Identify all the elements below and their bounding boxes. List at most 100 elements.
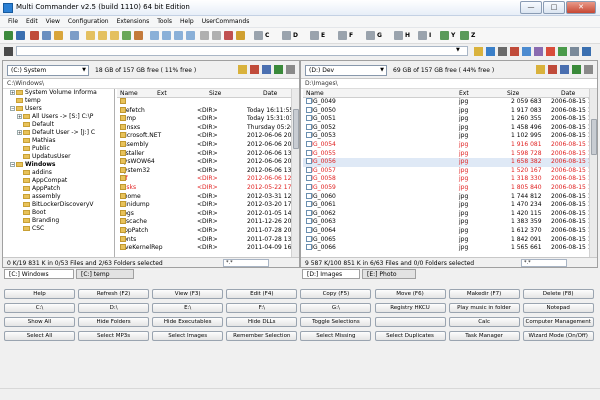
file-row[interactable]: IMG_0049jpg2 059 6832006-08-15 19:03:50 (303, 98, 597, 107)
folder-icon[interactable] (474, 47, 483, 56)
document-icon[interactable] (150, 31, 159, 40)
drive-z-label[interactable]: Z (471, 32, 475, 39)
collapse-icon[interactable]: − (10, 106, 15, 111)
paste-icon[interactable] (54, 31, 63, 40)
command-line-input[interactable] (16, 46, 468, 56)
tree-item[interactable]: assembly (3, 193, 114, 201)
right-filter-input[interactable]: *.* (521, 259, 567, 267)
collapse-icon[interactable]: − (10, 162, 15, 167)
col-ext-header[interactable]: Ext (459, 90, 469, 97)
file-row[interactable]: Temp <DIR> Today 15:31:03 (117, 115, 299, 124)
user-button[interactable]: Refresh (F2) (78, 289, 150, 299)
layout-icon[interactable] (70, 31, 79, 40)
document-icon[interactable] (186, 31, 195, 40)
user-button[interactable]: Toggle Selections (300, 317, 372, 327)
file-row[interactable]: winsxs <DIR> Thursday 05:26:55 (117, 123, 299, 133)
drive-h-label[interactable]: H (405, 32, 410, 39)
file-row[interactable]: IMG_0059jpg1 805 8402006-08-15 19:13:12 (303, 183, 597, 193)
drive-d-label[interactable]: D (293, 32, 298, 39)
play-icon[interactable] (558, 47, 567, 56)
file-row[interactable]: IMG_0055jpg1 598 7282006-08-15 19:10:56 (303, 149, 597, 159)
star-icon[interactable] (236, 31, 245, 40)
up-icon[interactable] (560, 65, 569, 74)
file-row[interactable]: rescache<DIR>2011-12-26 20:27:31 (117, 218, 299, 227)
favorite-icon[interactable] (238, 65, 247, 74)
folder-icon[interactable] (98, 31, 107, 40)
user-button[interactable]: Hide Executables (152, 317, 224, 327)
file-row[interactable]: inf<DIR>2012-06-06 12:57:52 (117, 175, 299, 184)
tree-item[interactable]: + System Volume Informa (3, 89, 114, 97)
left-filter-input[interactable]: *.* (223, 259, 269, 267)
tree-item[interactable]: − Users (3, 105, 114, 113)
menu-help[interactable]: Help (176, 16, 198, 27)
drive-i-icon[interactable] (418, 31, 427, 40)
menu-tools[interactable]: Tools (153, 16, 176, 27)
user-button[interactable]: Hide DLLs (226, 317, 298, 327)
up-icon[interactable] (262, 65, 271, 74)
close-button[interactable]: ✕ (566, 1, 596, 14)
refresh-icon[interactable] (486, 47, 495, 56)
tree-item[interactable]: + Default User -> [J:] C (3, 129, 114, 137)
chevron-down-icon[interactable]: ▼ (456, 47, 460, 53)
drive-d-icon[interactable] (282, 31, 291, 40)
refresh-icon[interactable] (274, 65, 283, 74)
refresh-icon[interactable] (572, 65, 581, 74)
network-drive-y-icon[interactable] (440, 31, 449, 40)
file-row[interactable]: IMG_0058jpg1 318 3302006-08-15 19:12:02 (303, 175, 597, 184)
drive-g-label[interactable]: G (377, 32, 382, 39)
user-button[interactable]: C:\ (4, 303, 75, 313)
file-row[interactable]: Microsoft.NET<DIR>2012-06-06 20:09:04 (117, 132, 299, 141)
drive-f-icon[interactable] (338, 31, 347, 40)
tree-item[interactable]: AppPatch (3, 185, 114, 193)
folder-icon[interactable] (86, 31, 95, 40)
pen-icon[interactable] (250, 65, 259, 74)
user-button[interactable]: Select Missing (300, 331, 372, 341)
file-row[interactable]: Tasks<DIR>2012-05-22 17:49:20 (117, 183, 299, 193)
file-row[interactable]: IMG_0064jpg1 612 3702006-08-15 19:16:40 (303, 226, 597, 236)
drive-e-label[interactable]: E (321, 32, 325, 39)
tree-item[interactable]: CSC (3, 225, 114, 233)
tree-item[interactable]: Boot (3, 209, 114, 217)
back-icon[interactable] (16, 31, 25, 40)
search-icon[interactable] (522, 47, 531, 56)
tree-item[interactable]: UpdatusUser (3, 153, 114, 161)
user-button[interactable]: Task Manager (448, 331, 520, 341)
file-row[interactable]: .. (117, 98, 299, 107)
file-row[interactable]: IMG_0065jpg1 842 0912006-08-15 19:16:50 (303, 235, 597, 245)
file-row[interactable]: IMG_0054jpg1 916 0812006-08-15 19:10:46 (303, 140, 597, 150)
drive-f-label[interactable]: F (349, 32, 353, 39)
user-button[interactable]: Play music in folder (448, 303, 520, 313)
folder-icon[interactable] (110, 31, 119, 40)
col-name-header[interactable]: Name (306, 90, 324, 97)
user-button[interactable]: Notepad (522, 303, 594, 313)
user-button[interactable]: Copy (F5) (300, 289, 372, 299)
drive-i-label[interactable]: I (429, 32, 431, 39)
pen-icon[interactable] (548, 65, 557, 74)
file-row[interactable]: IMG_0066jpg1 565 6612006-08-15 19:17:00 (303, 244, 597, 253)
user-button[interactable]: Edit (F4) (226, 289, 298, 299)
file-row[interactable]: ehome<DIR>2012-03-31 12:08:32 (117, 192, 299, 202)
left-path[interactable]: C:\Windows\ (3, 79, 299, 89)
col-name-header[interactable]: Name (120, 90, 138, 97)
tree-item[interactable]: Mathias (3, 137, 114, 145)
user-button[interactable]: Select Images (152, 331, 224, 341)
tab-right-images[interactable]: [D:] Images (302, 269, 360, 279)
file-row[interactable]: IMG_0050jpg1 917 0832006-08-15 19:03:58 (303, 106, 597, 116)
file-row[interactable]: Prefetch <DIR> Today 16:11:55 (117, 106, 299, 116)
file-row[interactable]: Logs<DIR>2012-01-05 14:45:50 (117, 209, 299, 219)
menu-file[interactable]: File (4, 16, 22, 27)
user-button[interactable]: Remember Selection (226, 331, 298, 341)
folder-sync-icon[interactable] (122, 31, 131, 40)
user-button[interactable]: Delete (F8) (522, 289, 594, 299)
cut-icon[interactable] (510, 47, 519, 56)
menu-view[interactable]: View (42, 16, 64, 27)
tree-item[interactable]: + All Users -> [S:] C:\P (3, 113, 114, 121)
left-drive-select[interactable]: (C:) System ▼ (7, 65, 89, 76)
file-row[interactable]: IMG_0063jpg1 383 3592006-08-15 19:16:10 (303, 218, 597, 227)
tree-item[interactable]: − Windows (3, 161, 114, 169)
cut-icon[interactable] (30, 31, 39, 40)
new-tab-icon[interactable] (4, 31, 13, 40)
file-row[interactable]: Fonts<DIR>2011-07-28 13:34:23 (117, 235, 299, 245)
file-row[interactable]: IMG_0060jpg1 744 8122006-08-15 19:15:18 (303, 192, 597, 202)
file-row[interactable]: IMG_0062jpg1 420 1152006-08-15 19:16:06 (303, 209, 597, 219)
